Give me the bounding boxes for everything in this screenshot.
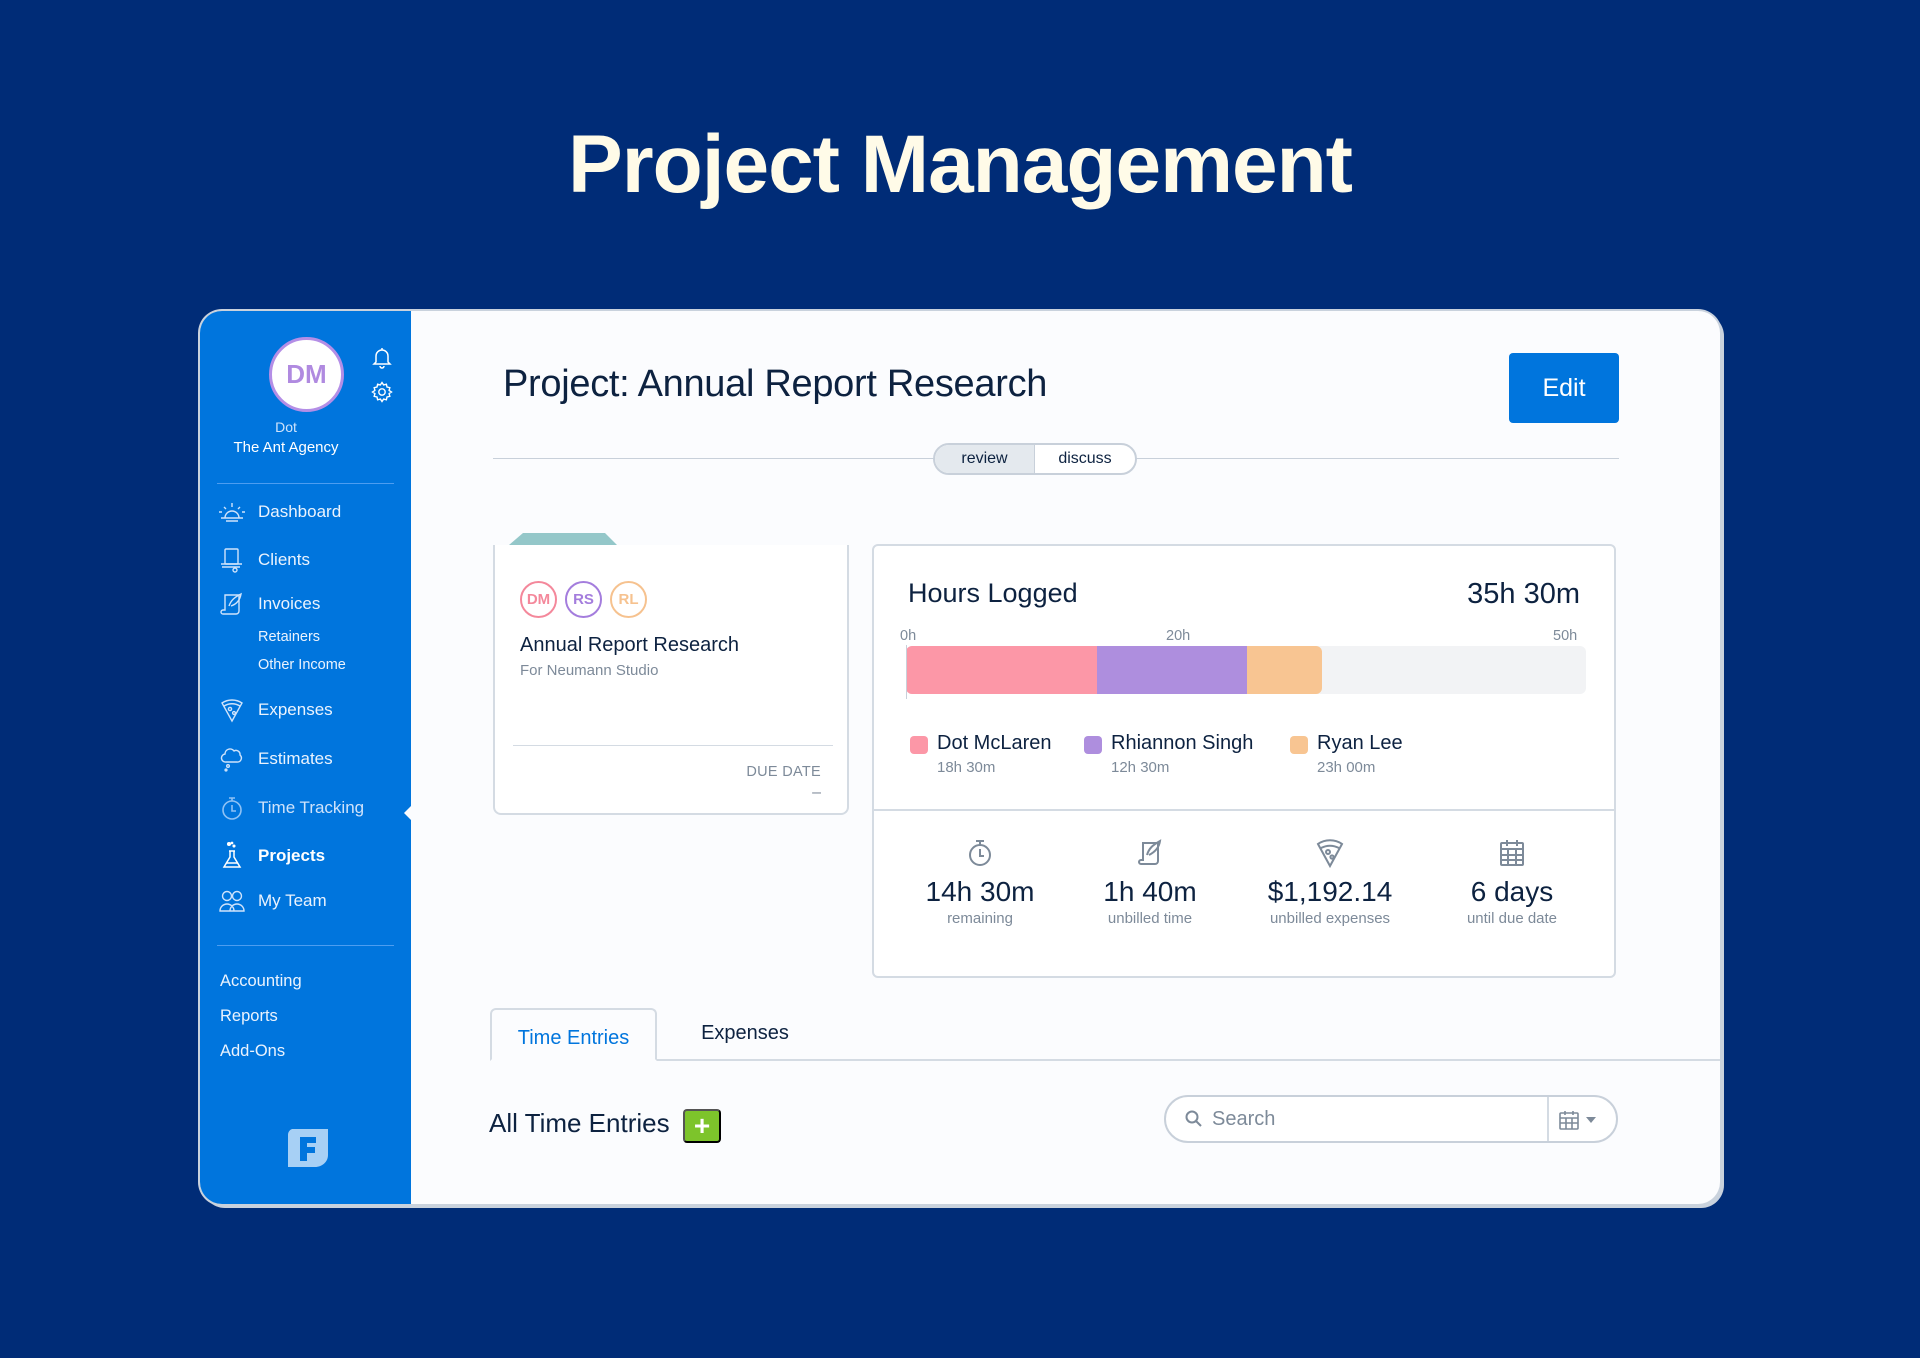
member-avatar-dm[interactable]: DM [520, 581, 557, 618]
hours-total: 35h 30m [1467, 578, 1580, 610]
sidebar-item-reports[interactable]: Reports [220, 1007, 278, 1026]
project-card-body: DM RS RL Annual Report Research For Neum… [493, 545, 849, 815]
card-divider [874, 809, 1614, 811]
hours-bar-segment [906, 646, 1098, 694]
stat-unbilled-time: 1h 40m unbilled time [1060, 836, 1240, 927]
thought-cloud-icon [218, 745, 246, 773]
tick-label: 50h [1553, 628, 1578, 644]
app-window: DM Dot The Ant Agency Dashboard Clients [200, 311, 1720, 1204]
stopwatch-icon [218, 794, 246, 822]
legend-swatch [1084, 736, 1102, 754]
sidebar-item-accounting[interactable]: Accounting [220, 972, 302, 991]
member-avatars: DM RS RL [520, 581, 647, 618]
legend-swatch [910, 736, 928, 754]
entries-title: All Time Entries [489, 1108, 670, 1138]
hours-bar-segment [1247, 646, 1323, 694]
bar-axis [906, 645, 907, 699]
page-title: Project: Annual Report Research [503, 363, 1048, 405]
edit-button[interactable]: Edit [1509, 353, 1619, 423]
hours-logged-card: Hours Logged 35h 30m 0h 20h 50h Dot McLa… [872, 544, 1616, 978]
project-name: Annual Report Research [520, 634, 740, 656]
sidebar-item-projects[interactable]: Projects [218, 841, 325, 871]
sunrise-icon [218, 498, 246, 526]
bell-icon[interactable] [370, 345, 394, 369]
scroll-quill-icon [1060, 836, 1240, 870]
freshbooks-logo [286, 1127, 330, 1169]
sidebar: DM Dot The Ant Agency Dashboard Clients [200, 311, 412, 1204]
sidebar-item-add-ons[interactable]: Add-Ons [220, 1042, 285, 1061]
sidebar-item-estimates[interactable]: Estimates [218, 744, 333, 774]
calendar-icon [1559, 1111, 1579, 1130]
sidebar-item-my-team[interactable]: My Team [218, 886, 327, 916]
search-input[interactable] [1212, 1107, 1542, 1131]
calendar-icon [1422, 836, 1602, 870]
hours-title: Hours Logged [908, 578, 1078, 608]
due-date-label: DUE DATE [746, 764, 821, 780]
org-name: The Ant Agency [233, 439, 339, 456]
pizza-slice-icon [1240, 836, 1420, 870]
search-separator [1547, 1097, 1549, 1141]
user-name: Dot [275, 419, 297, 435]
team-icon [218, 887, 246, 915]
flask-icon [218, 841, 246, 870]
review-discuss-toggle: review discuss [933, 443, 1137, 475]
stat-unbilled-expenses: $1,192.14 unbilled expenses [1240, 836, 1420, 927]
stopwatch-icon [890, 836, 1070, 870]
member-avatar-rs[interactable]: RS [565, 581, 602, 618]
active-indicator [404, 805, 412, 821]
stat-remaining: 14h 30m remaining [890, 836, 1070, 927]
tab-time-entries[interactable]: Time Entries [490, 1008, 657, 1061]
add-time-entry-button[interactable]: + [683, 1109, 721, 1143]
sidebar-item-invoices[interactable]: Invoices [218, 589, 320, 619]
project-card[interactable]: DM RS RL Annual Report Research For Neum… [493, 533, 849, 815]
card-divider [513, 745, 833, 746]
hours-bar [906, 646, 1586, 694]
stat-until-due: 6 days until due date [1422, 836, 1602, 927]
gear-icon[interactable] [370, 380, 394, 404]
sidebar-item-clients[interactable]: Clients [218, 545, 310, 575]
toggle-discuss[interactable]: discuss [1035, 445, 1135, 473]
due-date-value: – [812, 784, 821, 801]
tick-label: 0h [900, 628, 917, 644]
caret-down-icon [1586, 1117, 1596, 1123]
hours-bar-segment [1097, 646, 1248, 694]
tabs-divider [490, 1059, 1720, 1061]
tab-expenses[interactable]: Expenses [680, 1008, 810, 1061]
tick-label: 20h [1166, 628, 1191, 644]
avatar[interactable]: DM [269, 337, 344, 412]
search-icon [1184, 1109, 1204, 1129]
search-box [1164, 1095, 1618, 1143]
project-client: For Neumann Studio [520, 662, 659, 679]
legend-swatch [1290, 736, 1308, 754]
date-filter-button[interactable] [1558, 1107, 1610, 1133]
sidebar-item-retainers[interactable]: Retainers [258, 629, 320, 645]
toggle-review[interactable]: review [935, 445, 1035, 473]
hero-title: Project Management [568, 119, 1353, 210]
member-avatar-rl[interactable]: RL [610, 581, 647, 618]
scroll-quill-icon [218, 590, 246, 618]
sidebar-divider [217, 945, 394, 946]
pizza-slice-icon [218, 696, 246, 724]
sidebar-item-expenses[interactable]: Expenses [218, 695, 333, 725]
top-hat-icon [218, 546, 246, 574]
sidebar-item-dashboard[interactable]: Dashboard [218, 497, 341, 527]
sidebar-divider [217, 483, 394, 484]
sidebar-item-other-income[interactable]: Other Income [258, 657, 346, 673]
sidebar-item-time-tracking[interactable]: Time Tracking [218, 793, 364, 823]
